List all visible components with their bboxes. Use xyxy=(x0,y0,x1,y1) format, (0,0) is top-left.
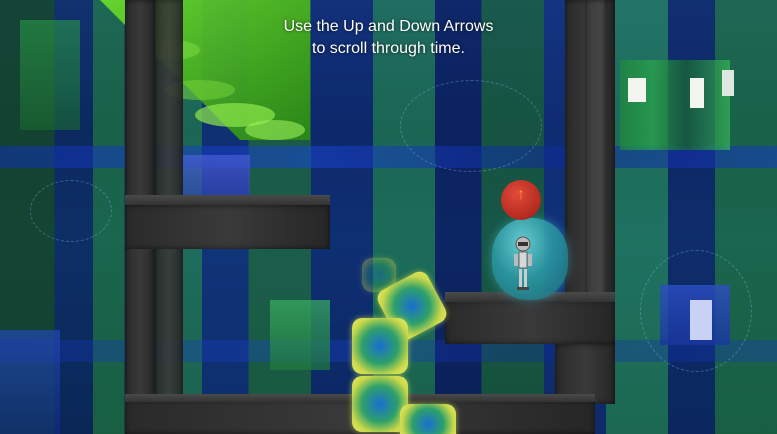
background-tile xyxy=(0,330,60,434)
background-tile xyxy=(628,78,646,102)
background-tile xyxy=(722,70,734,96)
left-ledge xyxy=(125,205,330,249)
robot-character[interactable] xyxy=(511,236,535,292)
instruction-line-1: Use the Up and Down Arrows xyxy=(283,18,494,35)
instruction-line-2: to scroll through time. xyxy=(312,40,465,57)
left-ledge-top xyxy=(125,195,330,205)
right-platform xyxy=(445,300,615,344)
time-direction-indicator: ↑ xyxy=(501,180,541,220)
background-scribble xyxy=(30,180,112,242)
background-scribble xyxy=(640,250,752,372)
time-cube xyxy=(352,318,408,374)
background-tile xyxy=(270,300,330,370)
background-tile xyxy=(620,60,730,150)
time-cube xyxy=(400,404,456,434)
background-scribble xyxy=(400,80,542,172)
up-arrow-icon: ↑ xyxy=(517,186,525,203)
background-tile xyxy=(690,78,704,108)
instruction-text: Use the Up and Down Arrows to scroll thr… xyxy=(0,16,777,60)
game-scene[interactable]: ↑ Use the Up and Down Arrows to scroll t… xyxy=(0,0,777,434)
